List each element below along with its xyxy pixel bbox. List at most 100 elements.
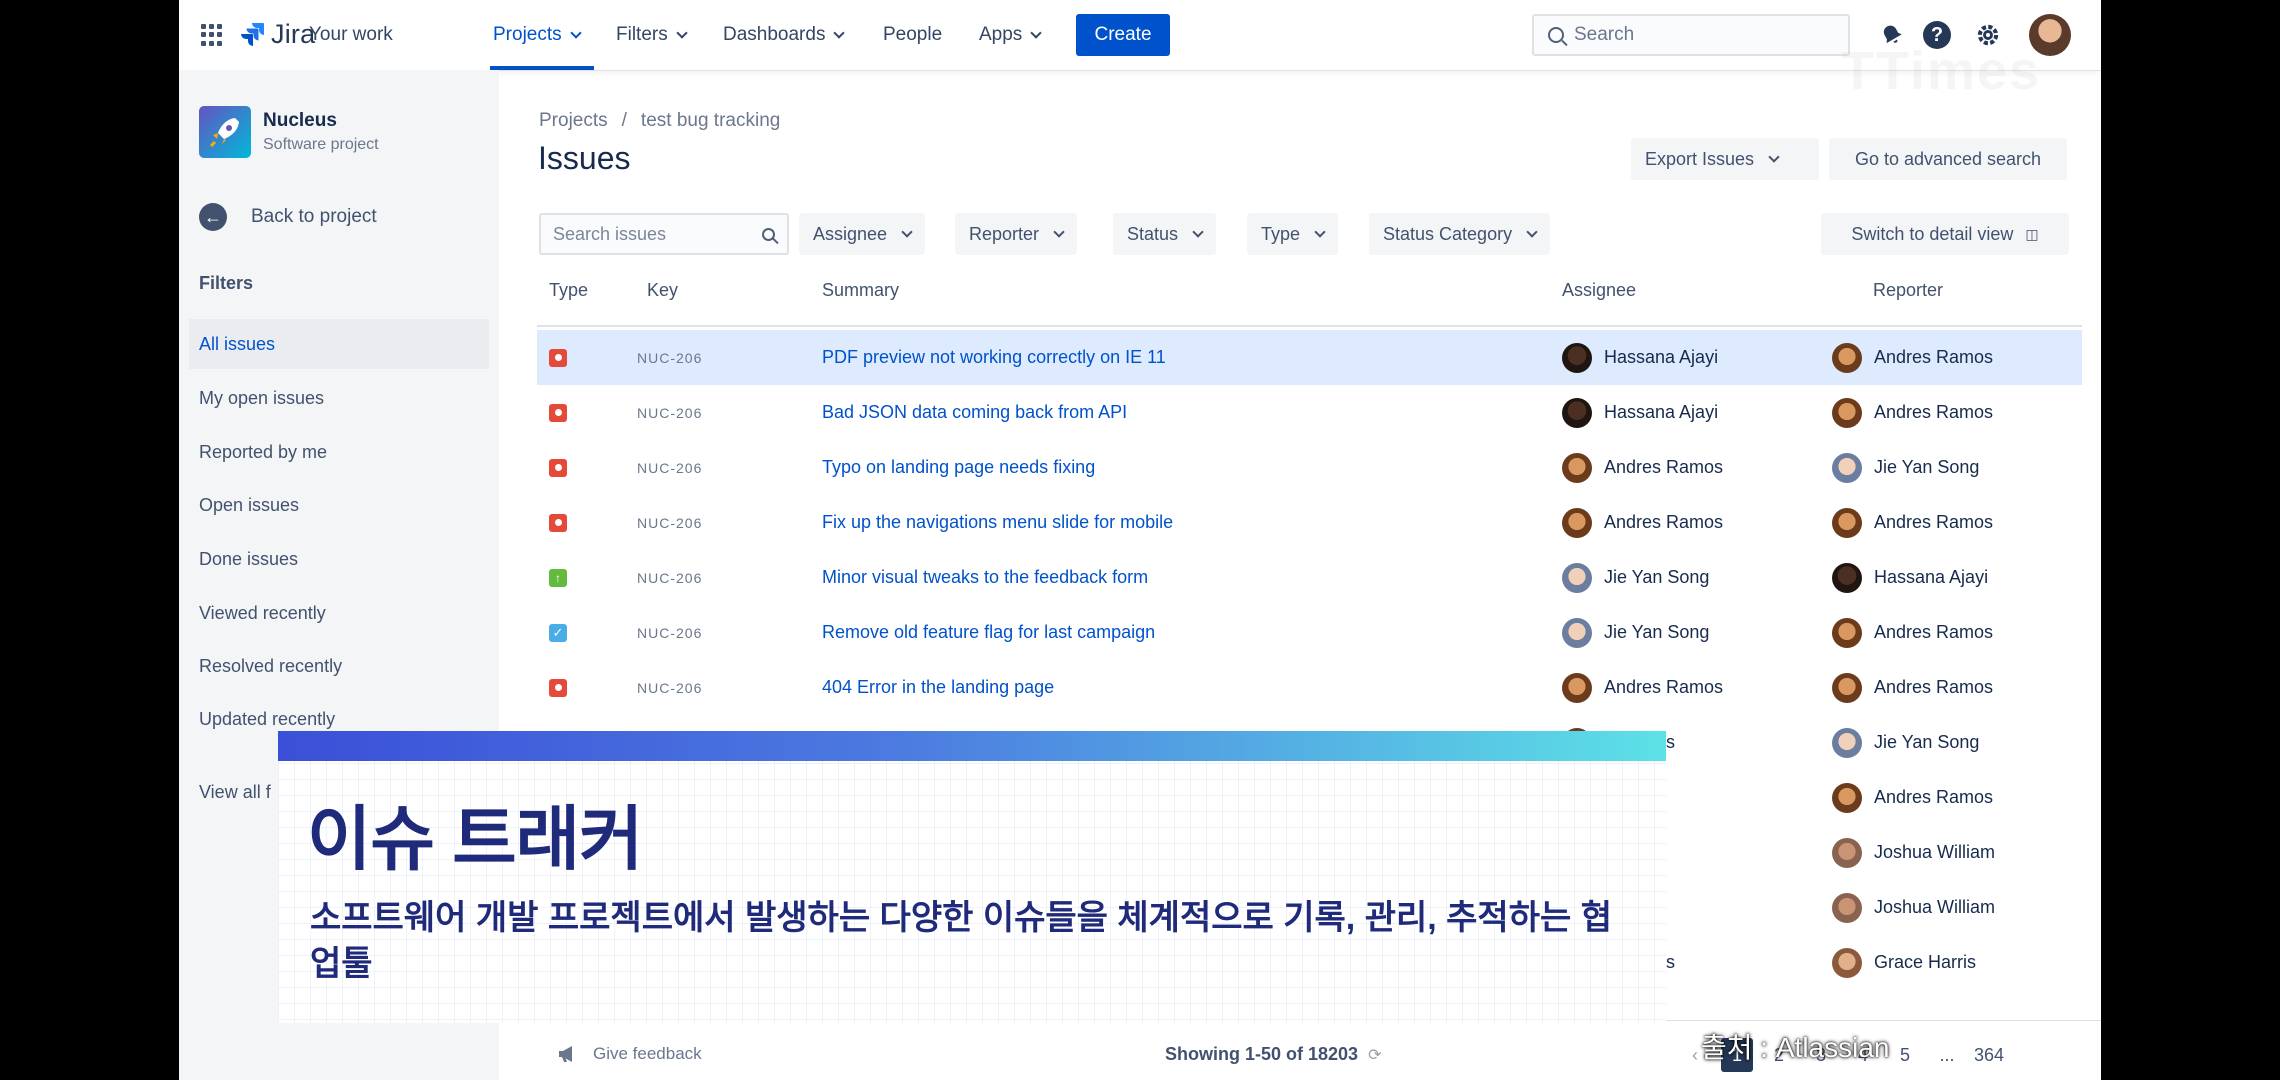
project-avatar[interactable] bbox=[199, 106, 251, 158]
type-filter[interactable]: Type bbox=[1247, 213, 1339, 255]
assignee-avatar bbox=[1562, 507, 1592, 538]
table-row[interactable]: NUC-206 PDF preview not working correctly… bbox=[537, 330, 2082, 385]
issue-summary-link[interactable]: PDF preview not working correctly on IE … bbox=[822, 330, 1166, 385]
issue-key[interactable]: NUC-206 bbox=[637, 330, 702, 385]
column-reporter[interactable]: Reporter bbox=[1873, 280, 1943, 301]
issue-key[interactable]: NUC-206 bbox=[637, 495, 702, 550]
advanced-search-button[interactable]: Go to advanced search bbox=[1829, 138, 2067, 180]
sidebar-item-all-issues[interactable]: All issues bbox=[189, 319, 489, 369]
issue-summary-link[interactable]: 404 Error in the landing page bbox=[822, 660, 1054, 715]
issue-key[interactable]: NUC-206 bbox=[637, 605, 702, 660]
table-row[interactable]: ✓ NUC-206 Remove old feature flag for last… bbox=[537, 605, 2082, 660]
back-arrow-icon[interactable]: ← bbox=[199, 203, 227, 231]
page-number[interactable]: 5 bbox=[1889, 1038, 1921, 1072]
nav-people[interactable]: People bbox=[883, 0, 942, 70]
create-button[interactable]: Create bbox=[1076, 14, 1170, 56]
search-issues-input[interactable]: Search issues bbox=[539, 213, 789, 255]
issue-summary-link[interactable]: Remove old feature flag for last campaig… bbox=[822, 605, 1155, 660]
bug-type-icon bbox=[549, 513, 567, 532]
jira-window: Jira Your work Projects Filters Dashboar… bbox=[179, 0, 2101, 1080]
reporter-cell[interactable]: Andres Ramos bbox=[1832, 770, 1993, 825]
reporter-filter[interactable]: Reporter bbox=[955, 213, 1078, 255]
give-feedback-link[interactable]: Give feedback bbox=[557, 1044, 702, 1064]
chevron-down-icon bbox=[1030, 26, 1042, 39]
nav-projects[interactable]: Projects bbox=[493, 0, 582, 70]
reporter-avatar bbox=[1832, 397, 1862, 428]
column-assignee[interactable]: Assignee bbox=[1562, 280, 1636, 301]
assignee-cell[interactable]: Andres Ramos bbox=[1562, 495, 1723, 550]
page-number[interactable]: ... bbox=[1931, 1038, 1963, 1072]
table-row[interactable]: NUC-206 404 Error in the landing page Andr… bbox=[537, 660, 2082, 715]
sidebar-item-viewed-recently[interactable]: Viewed recently bbox=[189, 588, 489, 638]
reporter-cell[interactable]: Grace Harris bbox=[1832, 935, 1976, 990]
assignee-filter[interactable]: Assignee bbox=[799, 213, 926, 255]
task-type-icon: ✓ bbox=[549, 623, 567, 642]
issue-summary-link[interactable]: Minor visual tweaks to the feedback form bbox=[822, 550, 1148, 605]
reporter-cell[interactable]: Joshua William bbox=[1832, 880, 1995, 935]
reporter-avatar bbox=[1832, 617, 1862, 648]
bug-type-icon bbox=[549, 348, 567, 367]
assignee-cell[interactable]: Jie Yan Song bbox=[1562, 605, 1709, 660]
project-name: Nucleus bbox=[263, 110, 337, 131]
table-row[interactable]: NUC-206 Bad JSON data coming back from AP… bbox=[537, 385, 2082, 440]
chevron-down-icon bbox=[676, 26, 688, 39]
export-issues-button[interactable]: Export Issues bbox=[1631, 138, 1819, 180]
chevron-down-icon bbox=[833, 26, 846, 39]
breadcrumb-projects[interactable]: Projects bbox=[539, 110, 608, 132]
jira-logo-icon bbox=[241, 23, 264, 46]
table-row[interactable]: ↑ NUC-206 Minor visual tweaks to the feedb… bbox=[537, 550, 2082, 605]
chevron-down-icon bbox=[1526, 225, 1538, 238]
sidebar-item-done-issues[interactable]: Done issues bbox=[189, 534, 489, 584]
breadcrumb-project[interactable]: test bug tracking bbox=[641, 110, 780, 132]
sidebar-item-my-open-issues[interactable]: My open issues bbox=[189, 373, 489, 423]
bug-type-icon bbox=[549, 678, 567, 697]
reporter-cell[interactable]: Andres Ramos bbox=[1832, 330, 1993, 385]
issue-key[interactable]: NUC-206 bbox=[637, 385, 702, 440]
reporter-cell[interactable]: Jie Yan Song bbox=[1832, 715, 1979, 770]
table-row[interactable]: NUC-206 Fix up the navigations menu slide… bbox=[537, 495, 2082, 550]
issue-key[interactable]: NUC-206 bbox=[637, 660, 702, 715]
jira-logo[interactable]: Jira bbox=[241, 17, 315, 51]
nav-your-work[interactable]: Your work bbox=[309, 0, 393, 70]
back-to-project-link[interactable]: Back to project bbox=[251, 206, 377, 228]
reporter-cell[interactable]: Andres Ramos bbox=[1832, 385, 1993, 440]
assignee-cell[interactable]: Andres Ramos bbox=[1562, 660, 1723, 715]
issue-key[interactable]: NUC-206 bbox=[637, 550, 702, 605]
assignee-cell[interactable]: Hassana Ajayi bbox=[1562, 385, 1718, 440]
page-number[interactable]: 364 bbox=[1973, 1038, 2005, 1072]
assignee-cell[interactable]: Hassana Ajayi bbox=[1562, 330, 1718, 385]
issue-key[interactable]: NUC-206 bbox=[637, 440, 702, 495]
reporter-cell[interactable]: Andres Ramos bbox=[1832, 660, 1993, 715]
status-filter[interactable]: Status bbox=[1113, 213, 1217, 255]
table-row[interactable]: NUC-206 Typo on landing page needs fixing… bbox=[537, 440, 2082, 495]
global-search-input[interactable]: Search bbox=[1532, 14, 1850, 56]
nav-apps[interactable]: Apps bbox=[979, 0, 1042, 70]
reporter-cell[interactable]: Hassana Ajayi bbox=[1832, 550, 1988, 605]
switch-detail-view-button[interactable]: Switch to detail view ◫ bbox=[1821, 213, 2069, 255]
issue-summary-link[interactable]: Typo on landing page needs fixing bbox=[822, 440, 1095, 495]
status-category-filter[interactable]: Status Category bbox=[1369, 213, 1551, 255]
issue-summary-link[interactable]: Bad JSON data coming back from API bbox=[822, 385, 1127, 440]
chevron-down-icon bbox=[901, 225, 913, 238]
sidebar-item-reported-by-me[interactable]: Reported by me bbox=[189, 427, 489, 477]
refresh-icon[interactable]: ⟳ bbox=[1368, 1045, 1381, 1065]
sidebar-item-resolved-recently[interactable]: Resolved recently bbox=[189, 641, 489, 691]
reporter-avatar bbox=[1832, 507, 1862, 538]
reporter-cell[interactable]: Jie Yan Song bbox=[1832, 440, 1979, 495]
nav-filters[interactable]: Filters bbox=[616, 0, 688, 70]
filters-heading: Filters bbox=[199, 273, 254, 293]
issue-summary-link[interactable]: Fix up the navigations menu slide for mo… bbox=[822, 495, 1173, 550]
app-switcher-icon[interactable] bbox=[201, 24, 223, 46]
nav-dashboards[interactable]: Dashboards bbox=[723, 0, 846, 70]
watermark: TTimes bbox=[1841, 41, 2042, 101]
column-summary[interactable]: Summary bbox=[822, 280, 899, 301]
reporter-cell[interactable]: Joshua William bbox=[1832, 825, 1995, 880]
reporter-cell[interactable]: Andres Ramos bbox=[1832, 605, 1993, 660]
assignee-cell[interactable]: Andres Ramos bbox=[1562, 440, 1723, 495]
top-navigation: Jira Your work Projects Filters Dashboar… bbox=[179, 0, 2101, 101]
column-key[interactable]: Key bbox=[647, 280, 678, 301]
column-type[interactable]: Type bbox=[549, 280, 588, 301]
sidebar-item-open-issues[interactable]: Open issues bbox=[189, 480, 489, 530]
reporter-cell[interactable]: Andres Ramos bbox=[1832, 495, 1993, 550]
assignee-cell[interactable]: Jie Yan Song bbox=[1562, 550, 1709, 605]
